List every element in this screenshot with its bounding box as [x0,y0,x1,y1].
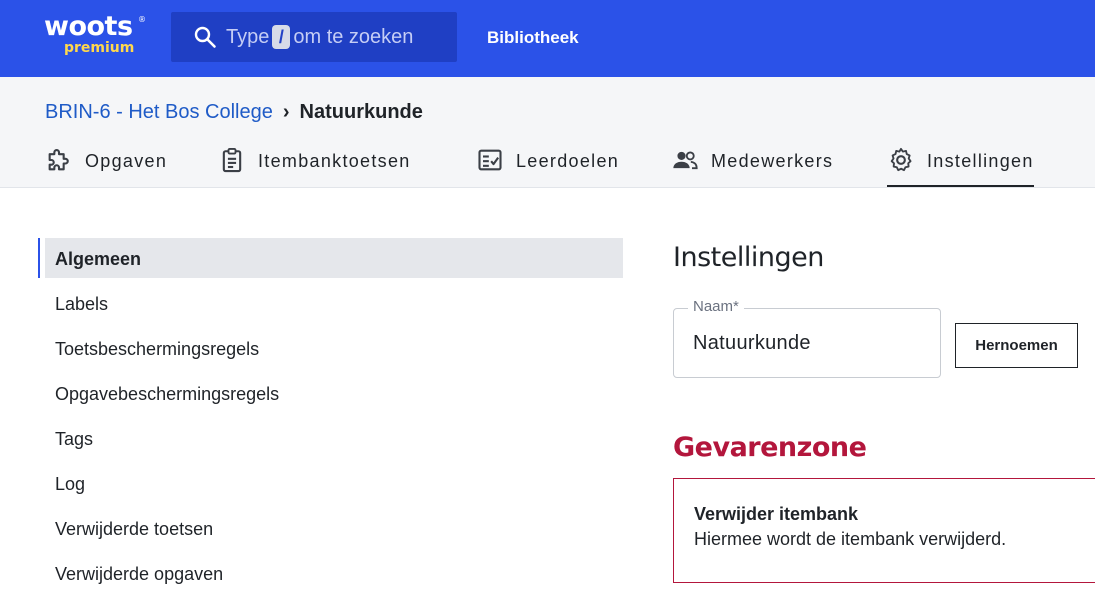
page-title: Instellingen [673,242,824,273]
search-bar[interactable]: Type / om te zoeken [171,12,457,62]
tab-itembanktoetsen[interactable]: Itembanktoetsen [218,146,411,188]
sidebar-item-label: Algemeen [55,249,142,269]
name-field-label: Naam* [688,298,744,316]
logo-tier: premium [64,40,135,56]
name-field-value[interactable]: Natuurkunde [693,331,811,355]
tab-instellingen[interactable]: Instellingen [887,146,1034,187]
name-field[interactable]: Natuurkunde [673,308,941,378]
sidebar-item-labels[interactable]: Labels [55,293,108,315]
shortcut-key: / [272,25,291,49]
tab-label: Itembanktoetsen [258,151,411,171]
search-prefix: Type [226,26,270,48]
logo-wordmark: woots [44,11,133,42]
top-navigation-bar: woots ® premium Type / om te zoeken Biblio… [0,0,1095,77]
sidebar-item-opgavebeschermingsregels[interactable]: Opgavebeschermingsregels [55,383,279,405]
search-placeholder: Type / om te zoeken [226,25,413,49]
checklist-icon [478,149,502,171]
nav-library-link[interactable]: Bibliotheek [487,27,579,49]
puzzle-icon [48,149,69,171]
breadcrumb-separator: › [282,101,290,123]
breadcrumb-parent-link[interactable]: BRIN-6 - Het Bos College [45,101,273,123]
delete-itembank-heading: Verwijder itembank [694,504,859,524]
sidebar-active-indicator [38,238,40,278]
breadcrumb: BRIN-6 - Het Bos College › Natuurkunde [45,100,423,124]
breadcrumb-current: Natuurkunde [299,101,423,123]
gear-icon [890,147,912,172]
search-suffix: om te zoeken [293,26,414,48]
sidebar-item-toetsbeschermingsregels[interactable]: Toetsbeschermingsregels [55,338,259,360]
sidebar-item-tags[interactable]: Tags [55,428,93,450]
rename-button[interactable]: Hernoemen [955,323,1078,368]
sidebar-item-log[interactable]: Log [55,473,85,495]
delete-itembank-card[interactable]: Verwijder itembank Hiermee wordt de item… [673,478,1095,583]
tab-label: Medewerkers [711,151,834,171]
tab-medewerkers[interactable]: Medewerkers [671,146,833,188]
tab-label: Instellingen [927,151,1034,171]
tab-opgaven[interactable]: Opgaven [45,146,167,188]
logo-registered-mark: ® [138,15,146,24]
tab-label: Opgaven [85,151,168,171]
danger-zone-title: Gevarenzone [673,432,867,463]
search-icon [194,26,216,48]
woots-logo[interactable]: woots ® premium [44,11,146,62]
tab-label: Leerdoelen [516,151,620,171]
sidebar-item-verwijderde-opgaven[interactable]: Verwijderde opgaven [55,563,223,585]
delete-itembank-description: Hiermee wordt de itembank verwijderd. [694,529,1007,549]
tab-leerdoelen[interactable]: Leerdoelen [476,146,619,188]
sidebar-item-verwijderde-toetsen[interactable]: Verwijderde toetsen [55,518,213,540]
people-icon [673,151,698,170]
clipboard-icon [222,147,242,173]
